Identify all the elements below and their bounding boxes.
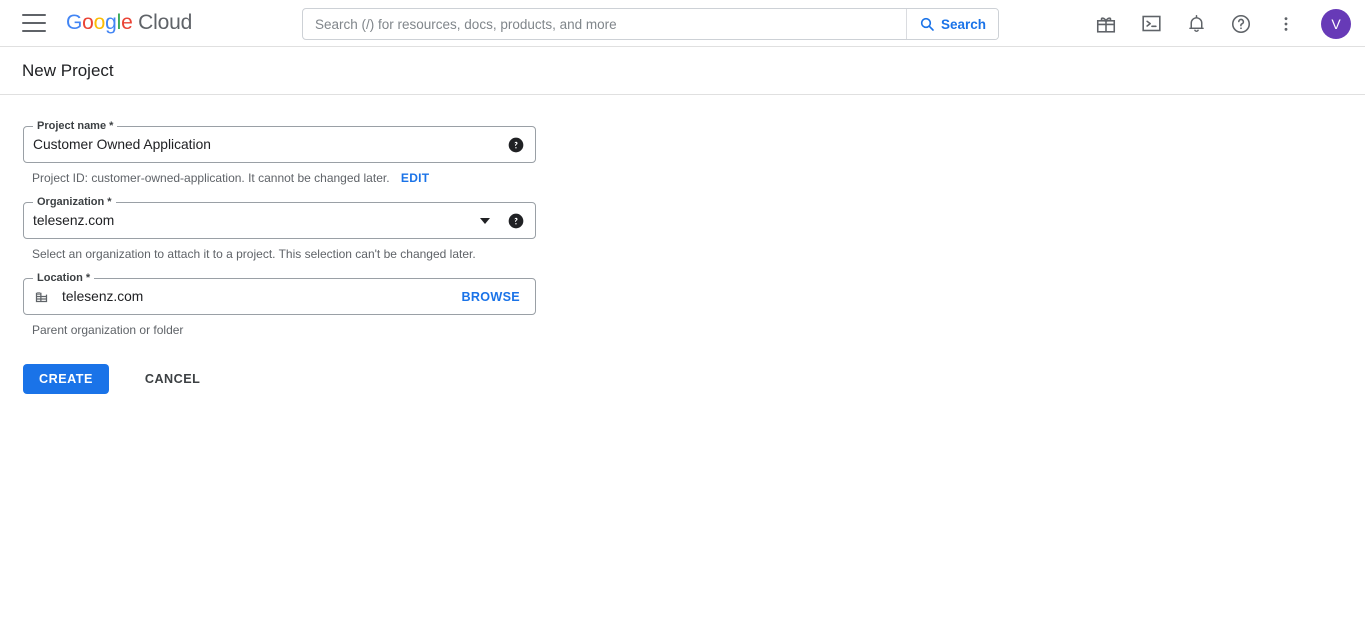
logo-letter-g: g	[105, 11, 117, 34]
new-project-form: Project name * Customer Owned Applicatio…	[0, 95, 1365, 394]
search-button-label: Search	[940, 16, 987, 32]
location-hint: Parent organization or folder	[32, 323, 184, 337]
logo-word-cloud: Cloud	[132, 11, 193, 34]
hamburger-menu-icon[interactable]	[22, 14, 46, 32]
organization-value[interactable]: telesenz.com	[24, 213, 480, 228]
edit-project-id-link[interactable]: EDIT	[401, 171, 430, 185]
help-filled-icon[interactable]	[508, 137, 524, 153]
browse-location-button[interactable]: BROWSE	[462, 290, 520, 304]
avatar-initial: V	[1331, 15, 1341, 32]
location-field[interactable]: Location * telesenz.com BROWSE	[23, 272, 536, 315]
logo-letter-o2: o	[93, 11, 106, 34]
more-vert-icon[interactable]	[1274, 12, 1298, 36]
bell-icon[interactable]	[1184, 12, 1208, 36]
create-button[interactable]: CREATE	[23, 364, 109, 394]
project-name-field[interactable]: Project name * Customer Owned Applicatio…	[23, 120, 536, 163]
location-value[interactable]: telesenz.com	[56, 289, 462, 304]
help-icon[interactable]	[1229, 12, 1253, 36]
search-icon	[920, 17, 934, 31]
google-cloud-logo[interactable]: Google Cloud	[66, 11, 192, 35]
organization-label: Organization *	[33, 196, 116, 208]
logo-letter-e: e	[121, 11, 133, 34]
help-filled-icon[interactable]	[508, 213, 524, 229]
project-id-hint-text: Project ID: customer-owned-application. …	[32, 171, 390, 185]
search-input[interactable]	[303, 9, 906, 39]
chevron-down-icon[interactable]	[480, 217, 490, 224]
form-actions: CREATE CANCEL	[23, 364, 1365, 394]
gift-icon[interactable]	[1094, 12, 1118, 36]
organization-building-icon	[34, 289, 49, 304]
logo-letter-G: G	[66, 11, 83, 34]
search-button[interactable]: Search	[906, 9, 998, 39]
page-header: New Project	[0, 47, 1365, 95]
location-label: Location *	[33, 272, 95, 284]
avatar[interactable]: V	[1321, 8, 1351, 39]
cloud-shell-icon[interactable]	[1139, 12, 1163, 36]
project-id-hint: Project ID: customer-owned-application. …	[32, 171, 1365, 185]
organization-hint: Select an organization to attach it to a…	[32, 247, 476, 261]
project-name-label: Project name *	[33, 120, 118, 132]
top-bar-icon-group: V	[1094, 0, 1351, 47]
top-app-bar: Google Cloud Search (/) for resources, d…	[0, 0, 1365, 47]
page-title: New Project	[22, 60, 114, 80]
project-name-value[interactable]: Customer Owned Application	[24, 137, 508, 152]
organization-field[interactable]: Organization * telesenz.com	[23, 196, 536, 239]
global-search-bar[interactable]: Search	[302, 8, 999, 40]
logo-letter-o1: o	[82, 11, 94, 34]
cancel-button[interactable]: CANCEL	[129, 364, 216, 394]
